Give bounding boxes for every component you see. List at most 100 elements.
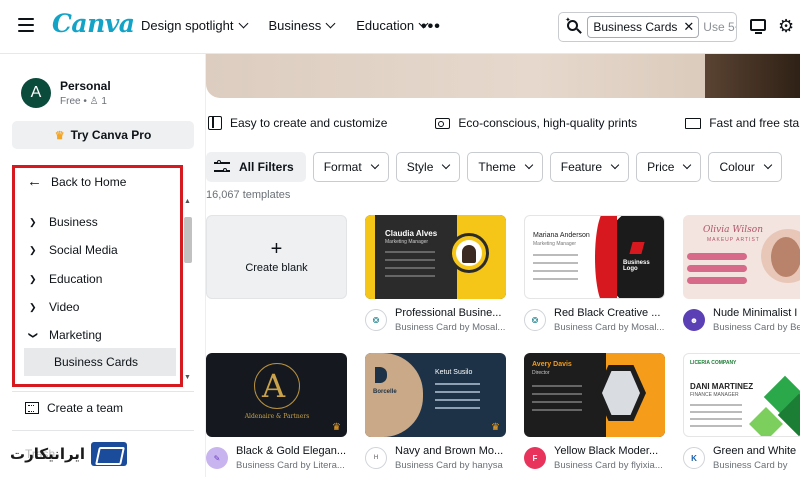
template-title: Yellow Black Moder... xyxy=(554,445,659,457)
filter-colour[interactable]: Colour xyxy=(708,152,782,182)
gear-icon[interactable]: ⚙ xyxy=(778,16,794,37)
more-menu-icon[interactable]: ••• xyxy=(421,18,441,36)
template-count: 16,067 templates xyxy=(206,189,291,201)
template-thumbnail[interactable]: Avery Davis Director xyxy=(524,353,665,437)
plus-icon: + xyxy=(270,238,283,260)
chevron-right-icon: ❯ xyxy=(29,244,37,255)
chevron-down-icon xyxy=(238,18,248,29)
chevron-right-icon: ❯ xyxy=(29,273,37,284)
filter-bar: All Filters Format Style Theme Feature P… xyxy=(206,152,782,182)
back-to-home-link[interactable]: ← Back to Home xyxy=(27,173,126,190)
template-thumbnail[interactable]: Borcelle Ketut Susilo ♛ xyxy=(365,353,506,437)
sidebar-item-marketing[interactable]: ❯ Marketing xyxy=(29,328,102,342)
template-card[interactable]: LICERIA COMPANY DANI MARTINEZ FINANCE MA… xyxy=(683,353,800,477)
chevron-down-icon xyxy=(370,160,379,170)
scroll-down-icon[interactable]: ▼ xyxy=(184,374,191,381)
nav-business[interactable]: Business xyxy=(269,18,336,33)
truck-icon xyxy=(685,117,702,129)
divider xyxy=(12,430,194,431)
create-blank-button[interactable]: + Create blank xyxy=(206,215,347,299)
template-title: Black & Gold Elegan... xyxy=(236,445,347,457)
template-author: Business Card by Be xyxy=(713,322,800,333)
sidebar-item-business-cards[interactable]: Business Cards xyxy=(24,348,176,376)
canva-logo[interactable]: Canva xyxy=(52,9,135,38)
top-bar: Canva Design spotlight Business Educatio… xyxy=(0,0,800,54)
sidebar-scrollbar[interactable]: ▲ ▼ xyxy=(183,198,193,386)
creator-logo: F xyxy=(524,447,546,469)
sidebar-item-social-media[interactable]: ❯ Social Media xyxy=(29,243,118,257)
template-title: Green and White xyxy=(713,445,797,457)
creator-logo: ✎ xyxy=(206,447,228,469)
chevron-down-icon xyxy=(683,160,692,170)
close-icon[interactable]: ✕ xyxy=(683,19,694,35)
feature-strip: Easy to create and customize Eco-conscio… xyxy=(208,116,800,130)
filter-theme[interactable]: Theme xyxy=(467,152,543,182)
sliders-icon xyxy=(214,160,230,174)
divider xyxy=(12,391,194,392)
template-author: Business Card by flyixia... xyxy=(554,460,663,471)
template-author: Business Card by Litera... xyxy=(236,460,345,471)
sidebar-item-education[interactable]: ❯ Education xyxy=(29,272,102,286)
template-author: Business Card by xyxy=(713,460,788,471)
chevron-right-icon: ❯ xyxy=(29,301,37,312)
template-card[interactable]: Olivia Wilson MAKEUP ARTIST ☻ Nude Minim… xyxy=(683,215,800,341)
building-icon xyxy=(25,402,39,414)
crown-icon: ♛ xyxy=(54,129,65,142)
creator-logo: ☻ xyxy=(683,309,705,331)
layout-icon xyxy=(208,116,222,130)
avatar[interactable]: A xyxy=(21,78,51,108)
creator-logo: ❂ xyxy=(365,309,387,331)
template-card[interactable]: Business Logo Mariana Anderson Marketing… xyxy=(524,215,665,341)
chevron-down-icon xyxy=(442,160,451,170)
search-chip[interactable]: Business Cards ✕ xyxy=(587,16,700,38)
menu-icon[interactable] xyxy=(18,18,34,32)
template-card[interactable]: A Aldenaire & Partners ♛ ✎ Black & Gold … xyxy=(206,353,347,477)
template-thumbnail[interactable]: A Aldenaire & Partners ♛ xyxy=(206,353,347,437)
template-card[interactable]: Claudia Alves Marketing Manager ❂ Profes… xyxy=(365,215,506,341)
template-card[interactable]: Borcelle Ketut Susilo ♛ H Navy and Brown… xyxy=(365,353,506,477)
creator-logo: K xyxy=(683,447,705,469)
chevron-down-icon xyxy=(610,160,620,170)
crown-icon: ♛ xyxy=(491,422,500,433)
watermark-logo xyxy=(91,442,128,466)
chevron-down-icon xyxy=(763,160,773,170)
filter-format[interactable]: Format xyxy=(312,152,389,182)
watermark: ایرانیکارت xyxy=(10,442,128,466)
feature-easy: Easy to create and customize xyxy=(208,116,387,130)
chevron-down-icon xyxy=(325,18,336,29)
scroll-up-icon[interactable]: ▲ xyxy=(184,198,191,205)
print-icon xyxy=(435,117,451,129)
arrow-left-icon: ← xyxy=(27,173,42,190)
search-input[interactable]: ✦ Business Cards ✕ Use 5+ w xyxy=(558,12,737,42)
template-thumbnail[interactable]: LICERIA COMPANY DANI MARTINEZ FINANCE MA… xyxy=(683,353,800,437)
all-filters-button[interactable]: All Filters xyxy=(206,152,306,182)
monitor-icon[interactable] xyxy=(750,19,766,34)
create-team-button[interactable]: Create a team xyxy=(25,401,123,415)
try-pro-button[interactable]: ♛ Try Canva Pro xyxy=(12,121,194,149)
crown-icon: ♛ xyxy=(332,422,341,433)
account-plan: Free • ♙ 1 xyxy=(60,96,107,107)
filter-feature[interactable]: Feature xyxy=(549,152,630,182)
feature-eco: Eco-conscious, high-quality prints xyxy=(435,116,637,130)
template-title: Red Black Creative ... xyxy=(554,307,661,319)
magic-search-icon: ✦ xyxy=(565,17,582,36)
creator-logo: H xyxy=(365,447,387,469)
nav-design-spotlight[interactable]: Design spotlight xyxy=(141,18,248,33)
template-title: Navy and Brown Mo... xyxy=(395,445,504,457)
template-thumbnail[interactable]: Business Logo Mariana Anderson Marketing… xyxy=(524,215,665,299)
sidebar-item-video[interactable]: ❯ Video xyxy=(29,300,79,314)
template-thumbnail[interactable]: Claudia Alves Marketing Manager xyxy=(365,215,506,299)
scroll-thumb[interactable] xyxy=(184,217,192,263)
sidebar: A Personal Free • ♙ 1 ♛ Try Canva Pro ← … xyxy=(0,54,206,477)
template-title: Nude Minimalist I xyxy=(713,307,798,319)
search-placeholder: Use 5+ w xyxy=(703,20,736,34)
template-author: Business Card by Mosal... xyxy=(554,322,665,333)
filter-style[interactable]: Style xyxy=(395,152,461,182)
template-author: Business Card by Mosal... xyxy=(395,322,506,333)
filter-price[interactable]: Price xyxy=(636,152,702,182)
template-card[interactable]: Avery Davis Director F Yellow Black Mode… xyxy=(524,353,665,477)
template-thumbnail[interactable]: Olivia Wilson MAKEUP ARTIST xyxy=(683,215,800,299)
watermark-text: ایرانیکارت xyxy=(10,445,86,463)
nav-education[interactable]: Education xyxy=(356,18,429,33)
sidebar-item-business[interactable]: ❯ Business xyxy=(29,215,98,229)
